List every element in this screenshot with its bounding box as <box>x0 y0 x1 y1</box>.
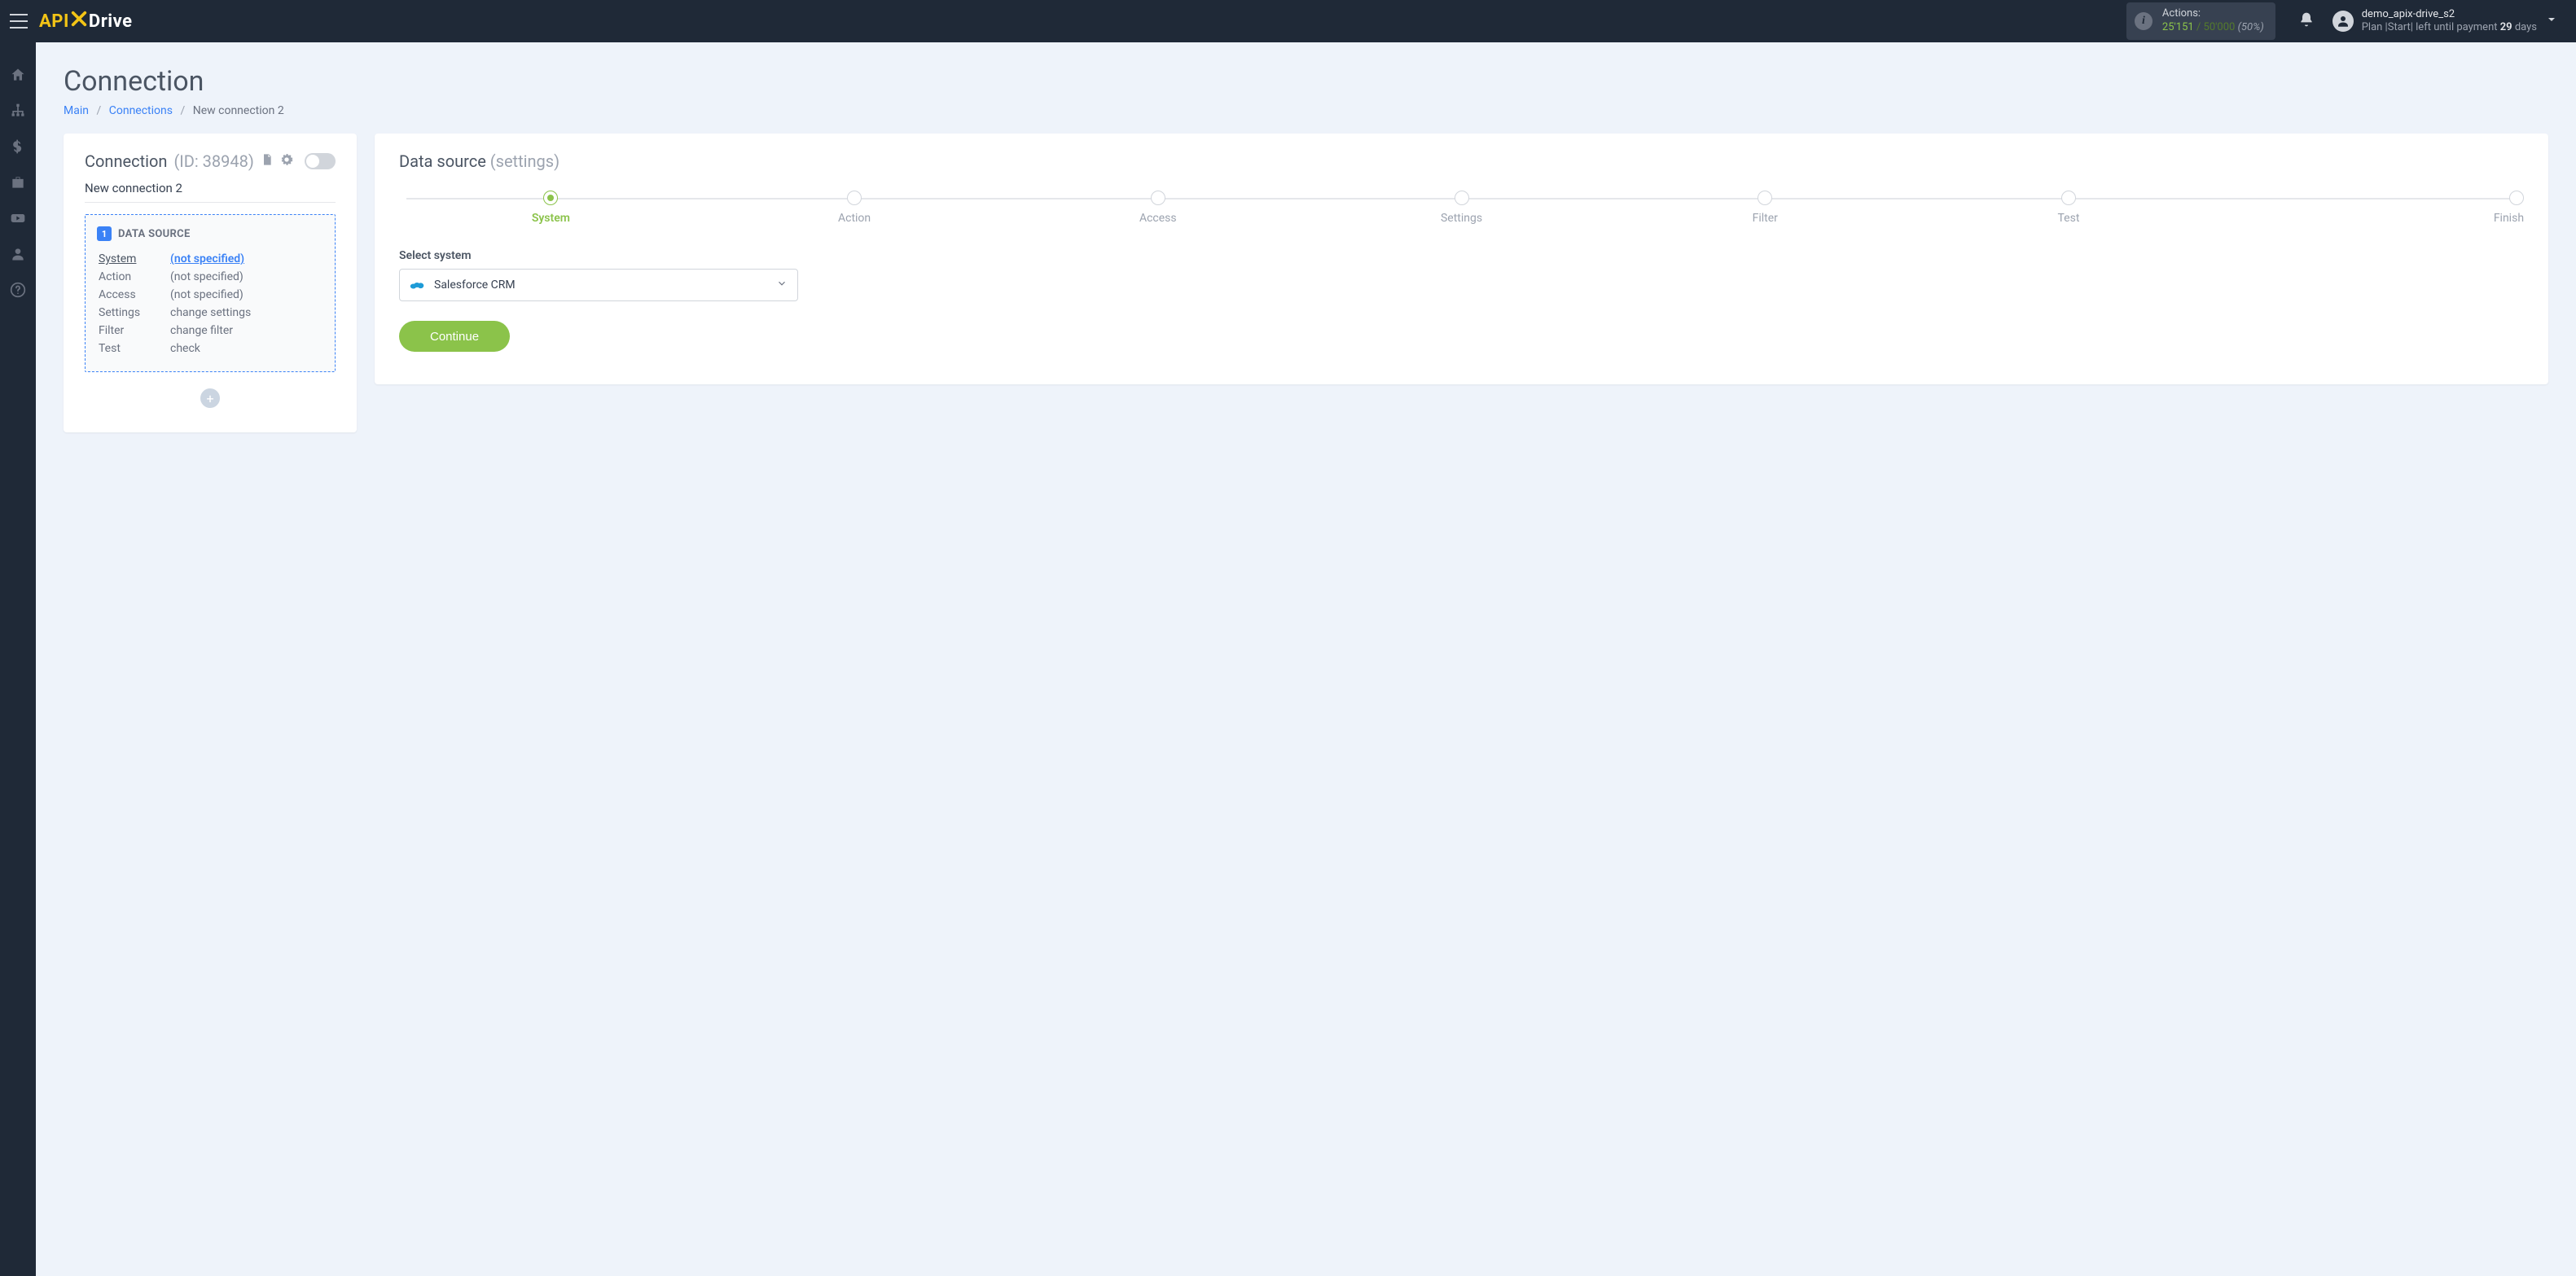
data-source-title: DATA SOURCE <box>118 228 191 240</box>
briefcase-icon[interactable] <box>10 174 26 191</box>
ds-row-key: Filter <box>99 322 169 339</box>
user-name: demo_apix-drive_s2 <box>2362 8 2537 21</box>
billing-icon[interactable] <box>10 138 26 155</box>
info-icon: i <box>2135 12 2153 30</box>
step-circle <box>1455 191 1469 205</box>
ds-row-value: change filter <box>170 322 322 339</box>
document-icon[interactable] <box>261 153 274 169</box>
actions-usage-box[interactable]: i Actions: 25'151 / 50'000 (50%) <box>2126 2 2275 40</box>
page-title: Connection <box>64 65 2548 98</box>
logo-x-icon <box>70 10 88 33</box>
ds-row-value: (not specified) <box>170 251 322 267</box>
select-system-label: Select system <box>399 249 2524 262</box>
ds-row[interactable]: System(not specified) <box>99 251 322 267</box>
breadcrumb-current: New connection 2 <box>193 104 284 117</box>
connection-card: Connection (ID: 38948) New connection 2 … <box>64 134 357 432</box>
step-label: Filter <box>1753 212 1778 225</box>
ds-row-key: Action <box>99 269 169 285</box>
ds-row-value: (not specified) <box>170 269 322 285</box>
step-circle <box>543 191 558 205</box>
step-filter[interactable]: Filter <box>1613 191 1917 225</box>
expand-user-menu-button[interactable] <box>2537 13 2566 29</box>
avatar-icon <box>2332 11 2354 32</box>
actions-used: 25'151 <box>2162 21 2194 33</box>
data-source-rows: System(not specified)Action(not specifie… <box>97 249 323 358</box>
ds-row[interactable]: Testcheck <box>99 340 322 357</box>
connection-title: Connection <box>85 151 167 171</box>
step-circle <box>847 191 862 205</box>
step-circle <box>2061 191 2076 205</box>
profile-icon[interactable] <box>10 246 26 262</box>
actions-label: Actions: <box>2162 7 2264 21</box>
ds-row-value: (not specified) <box>170 287 322 303</box>
logo-api: API <box>39 11 69 32</box>
ds-row[interactable]: Settingschange settings <box>99 305 322 321</box>
user-menu[interactable]: demo_apix-drive_s2 Plan |Start| left unt… <box>2332 8 2537 35</box>
connection-name: New connection 2 <box>85 181 336 203</box>
main-content: Connection Main / Connections / New conn… <box>36 42 2576 1276</box>
menu-toggle-button[interactable] <box>10 14 28 29</box>
actions-limit: 50'000 <box>2204 21 2236 33</box>
ds-row-value: change settings <box>170 305 322 321</box>
chevron-down-icon <box>776 278 788 292</box>
step-label: System <box>532 212 570 225</box>
sidebar <box>0 42 36 1276</box>
ds-row-value: check <box>170 340 322 357</box>
top-bar: API Drive i Actions: 25'151 / 50'000 (50… <box>0 0 2576 42</box>
breadcrumb-main[interactable]: Main <box>64 104 89 117</box>
system-select-value: Salesforce CRM <box>434 278 776 292</box>
connection-id: (ID: 38948) <box>173 151 253 171</box>
connection-toggle[interactable] <box>305 153 336 169</box>
step-action[interactable]: Action <box>703 191 1007 225</box>
step-label: Access <box>1139 212 1177 225</box>
step-label: Action <box>838 212 871 225</box>
breadcrumb-connections[interactable]: Connections <box>109 104 173 117</box>
ds-row-key: Access <box>99 287 169 303</box>
video-icon[interactable] <box>10 210 26 226</box>
add-step-button[interactable]: + <box>200 388 220 408</box>
logo-drive: Drive <box>89 11 133 32</box>
continue-button[interactable]: Continue <box>399 321 510 352</box>
system-select[interactable]: Salesforce CRM <box>399 269 798 301</box>
connections-icon[interactable] <box>10 103 26 119</box>
gear-icon[interactable] <box>280 153 293 169</box>
actions-sep: / <box>2194 21 2204 33</box>
notifications-button[interactable] <box>2298 11 2315 31</box>
ds-row-link[interactable]: (not specified) <box>170 252 244 265</box>
step-label: Test <box>2058 212 2080 225</box>
data-source-settings-card: Data source (settings) System Action Acces… <box>375 134 2548 384</box>
ds-row[interactable]: Filterchange filter <box>99 322 322 339</box>
step-finish[interactable]: Finish <box>2220 191 2524 225</box>
home-icon[interactable] <box>10 67 26 83</box>
step-system[interactable]: System <box>399 191 703 225</box>
step-circle <box>2509 191 2524 205</box>
step-label: Finish <box>2494 212 2524 225</box>
step-label: Settings <box>1441 212 1482 225</box>
stepper: System Action Access Settings Filter Test Fini… <box>399 191 2524 225</box>
step-access[interactable]: Access <box>1006 191 1310 225</box>
ds-row[interactable]: Access(not specified) <box>99 287 322 303</box>
data-source-box: 1 DATA SOURCE System(not specified)Actio… <box>85 214 336 372</box>
plan-info: Plan |Start| left until payment 29 days <box>2362 21 2537 34</box>
step-settings[interactable]: Settings <box>1310 191 1613 225</box>
step-test[interactable]: Test <box>1917 191 2221 225</box>
ds-row-key: System <box>99 251 169 267</box>
ds-row-key: Test <box>99 340 169 357</box>
ds-row-key: Settings <box>99 305 169 321</box>
ds-row[interactable]: Action(not specified) <box>99 269 322 285</box>
breadcrumb: Main / Connections / New connection 2 <box>64 104 2548 117</box>
step-circle <box>1151 191 1165 205</box>
data-source-badge: 1 <box>97 226 112 241</box>
settings-title: Data source (settings) <box>399 151 2524 171</box>
step-circle <box>1758 191 1772 205</box>
help-icon[interactable] <box>10 282 26 298</box>
actions-percent: (50%) <box>2238 21 2264 33</box>
logo[interactable]: API Drive <box>39 10 132 33</box>
salesforce-icon <box>410 280 424 290</box>
